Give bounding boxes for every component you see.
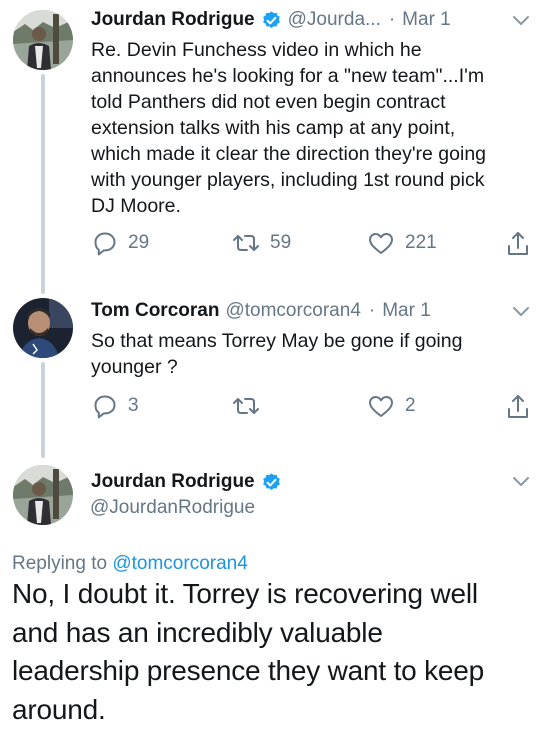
reply-button[interactable]: 3 — [92, 393, 139, 419]
share-icon — [508, 232, 528, 255]
tweet-date[interactable]: Mar 1 — [382, 300, 431, 322]
tweet-text-line: Re. Devin Funchess video in which he — [91, 39, 422, 61]
retweet-icon — [233, 235, 259, 251]
like-icon — [369, 233, 393, 254]
chevron-down-icon[interactable] — [512, 476, 530, 488]
like-count: 2 — [405, 395, 416, 416]
tweet-text-line: announces he's looking for a "new team".… — [91, 65, 485, 87]
author-handle[interactable]: @Jourda... — [288, 9, 381, 31]
tweet-text-line: which made it clear the direction they'r… — [91, 143, 487, 165]
like-button[interactable]: 221 — [367, 230, 437, 256]
tweet-text-line: and has an incredibly valuable — [12, 616, 383, 648]
verified-badge-icon — [262, 472, 280, 490]
retweet-button[interactable]: 59 — [232, 230, 291, 256]
author-handle[interactable]: @tomcorcoran4 — [225, 300, 360, 322]
share-button[interactable] — [506, 230, 530, 258]
share-icon — [508, 395, 528, 418]
tweet-text-line: around. — [12, 693, 106, 725]
avatar-tom[interactable] — [13, 298, 73, 358]
avatar-jourdan[interactable] — [13, 10, 73, 70]
retweet-count: 59 — [270, 232, 292, 253]
tweet-text-line: told Panthers did not even begin contrac… — [91, 91, 446, 113]
replying-mention-link[interactable]: @tomcorcoran4 — [112, 553, 247, 574]
like-button[interactable]: 2 — [367, 393, 416, 419]
tweet-date[interactable]: Mar 1 — [402, 9, 451, 31]
author-name[interactable]: Tom Corcoran — [91, 300, 219, 322]
chevron-down-icon[interactable] — [512, 306, 530, 318]
retweet-button[interactable] — [232, 393, 270, 419]
chevron-down-icon[interactable] — [512, 15, 530, 27]
like-count: 221 — [405, 232, 437, 253]
tweet-actions: 3 2 — [0, 393, 544, 423]
reply-button[interactable]: 29 — [92, 230, 149, 256]
tweet-text-line: So that means Torrey May be gone if goin… — [91, 330, 463, 352]
author-handle[interactable]: @JourdanRodrigue — [90, 497, 255, 519]
verified-badge-icon — [262, 10, 280, 28]
meta-separator: · — [388, 9, 396, 30]
tweet-text: Re. Devin Funchess video in which he ann… — [91, 37, 531, 219]
author-name[interactable]: Jourdan Rodrigue — [91, 9, 255, 31]
reply-icon — [94, 395, 116, 419]
share-button[interactable] — [506, 393, 530, 421]
tweet-text-line: No, I doubt it. Torrey is recovering wel… — [12, 578, 478, 609]
avatar-jourdan[interactable] — [13, 465, 73, 525]
tweet-text-line: younger ? — [91, 356, 178, 378]
retweet-icon — [233, 398, 259, 414]
tweet-actions: 29 59 221 — [0, 230, 544, 260]
tweet-text-line: DJ Moore. — [91, 195, 181, 217]
reply-count: 29 — [128, 232, 150, 253]
like-icon — [369, 396, 393, 417]
reply-count: 3 — [128, 395, 139, 416]
focused-tweet-text: No, I doubt it. Torrey is recovering wel… — [12, 575, 534, 729]
tweet-text-line: leadership presence they want to keep — [12, 655, 485, 686]
tweet-text-line: with younger players, including 1st roun… — [91, 169, 485, 191]
tweet-text-line: extension talks with his camp at any poi… — [91, 117, 456, 139]
replying-to: Replying to @tomcorcoran4 — [12, 553, 248, 575]
author-name[interactable]: Jourdan Rodrigue — [91, 471, 255, 493]
thread-line — [41, 74, 45, 294]
replying-prefix: Replying to — [12, 553, 108, 574]
reply-icon — [94, 232, 116, 256]
tweet-text: So that means Torrey May be gone if goin… — [91, 328, 531, 380]
meta-separator: · — [368, 300, 376, 321]
